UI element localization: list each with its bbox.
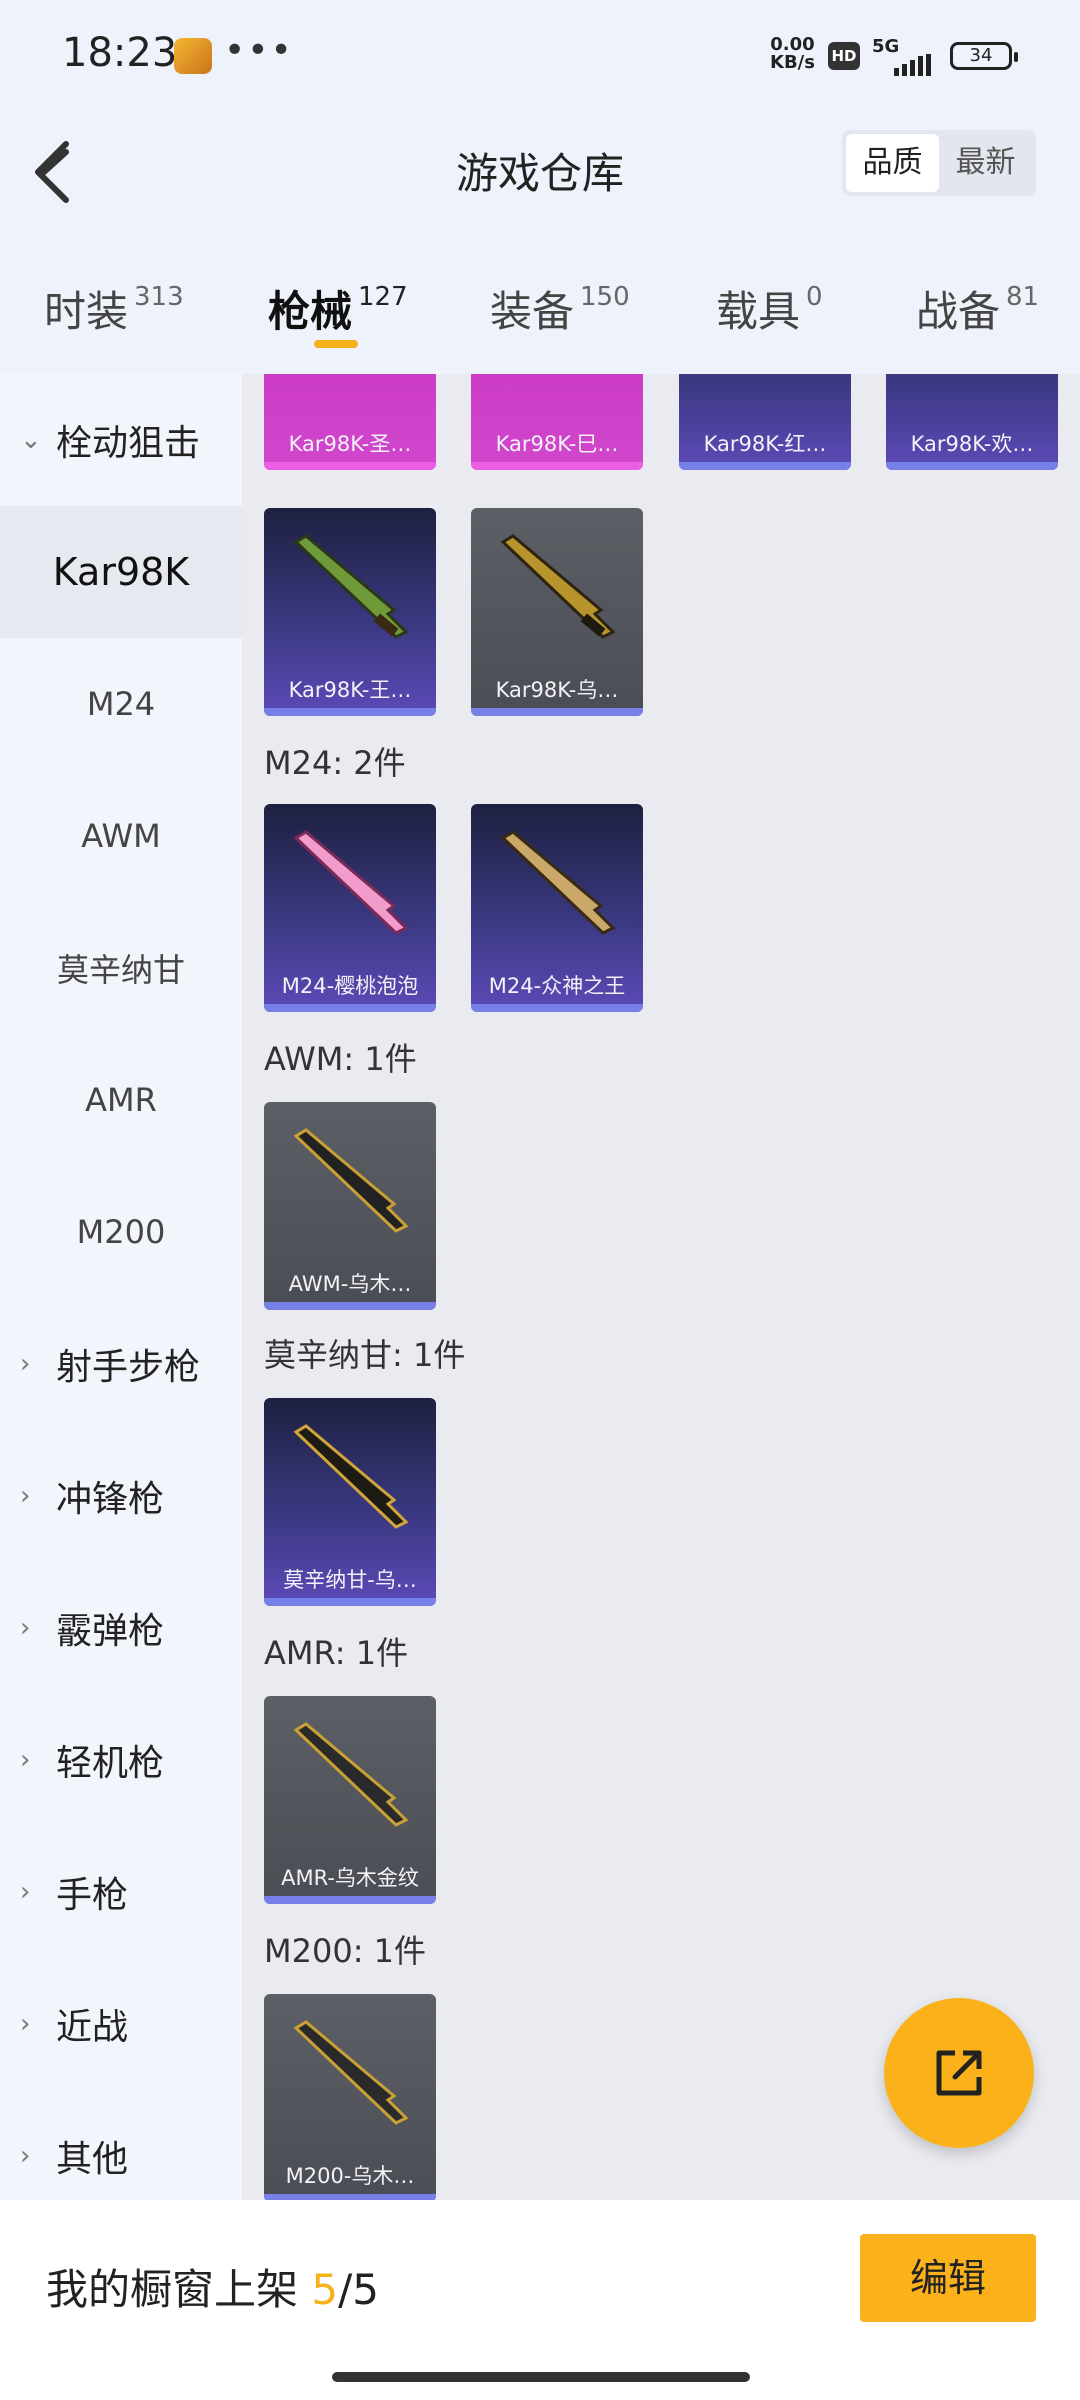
weapon-card[interactable]: AMR-乌木金纹 [264,1696,436,1904]
weapon-card[interactable]: M24-樱桃泡泡 [264,804,436,1012]
rifle-icon [293,1128,409,1233]
weapon-card[interactable]: 莫辛纳甘-乌… [264,1398,436,1606]
group-title-amr: AMR: 1件 [264,1634,409,1672]
sidebar-item-melee[interactable]: › 近战 [0,1958,242,2090]
tab-guns[interactable]: 枪械 127 [268,278,408,339]
sidebar-item-awm[interactable]: AWM [0,770,242,902]
home-indicator[interactable] [332,2372,750,2382]
sidebar-item-m200[interactable]: M200 [0,1166,242,1298]
sidebar-item-other[interactable]: › 其他 [0,2090,242,2200]
tab-equipment[interactable]: 装备 150 [490,278,630,339]
chevron-right-icon: › [20,1745,31,1775]
group-title-awm: AWM: 1件 [264,1040,417,1078]
sidebar-item-shotgun[interactable]: › 霰弹枪 [0,1562,242,1694]
more-notifications-icon: ••• [224,30,294,71]
sidebar-item-amr[interactable]: AMR [0,1034,242,1166]
rifle-icon [500,534,616,639]
weapon-card[interactable]: M200-乌木… [264,1994,436,2200]
app-notification-icon [174,38,212,74]
tab-vehicles[interactable]: 载具 0 [716,278,823,339]
group-title-m200: M200: 1件 [264,1932,427,1970]
weapon-card[interactable]: Kar98K-圣… [264,374,436,470]
battery-icon: 34 [950,42,1018,70]
category-tabs: 时装 313 枪械 127 装备 150 载具 0 战备 81 [0,260,1080,374]
share-icon [936,2050,982,2096]
rifle-icon [293,1722,409,1827]
rifle-icon [293,1424,409,1529]
weapon-card[interactable]: M24-众神之王 [471,804,643,1012]
share-button[interactable] [884,1998,1034,2148]
sidebar-item-kar98k[interactable]: Kar98K [0,506,242,638]
rifle-icon [293,534,409,639]
sidebar-item-smg[interactable]: › 冲锋枪 [0,1430,242,1562]
weapon-card[interactable]: Kar98K-欢… [886,374,1058,470]
sidebar-item-m24[interactable]: M24 [0,638,242,770]
sidebar-item-mosin[interactable]: 莫辛纳甘 [0,902,242,1034]
header: 游戏仓库 品质 最新 [0,110,1080,260]
signal-icon [894,54,931,76]
chevron-right-icon: › [20,1877,31,1907]
tab-supplies[interactable]: 战备 81 [916,278,1039,339]
weapon-card[interactable]: Kar98K-王… [264,508,436,716]
status-time: 18:23 [62,30,178,76]
status-bar: 18:23 ••• 0.00 KB/s HD 5G 34 [0,0,1080,110]
chevron-right-icon: › [20,2009,31,2039]
weapon-grid: Kar98K-圣… Kar98K-巳… Kar98K-红… Kar98K-欢… … [242,374,1080,2200]
weapon-card[interactable]: Kar98K-巳… [471,374,643,470]
sidebar-item-bolt-action[interactable]: ⌄ 栓动狙击 [0,374,242,506]
network-speed: 0.00 KB/s [770,34,815,73]
bottom-bar: 我的橱窗上架 5/5 编辑 [0,2200,1080,2400]
rifle-icon [500,830,616,935]
hd-icon: HD [828,42,860,70]
weapon-card[interactable]: Kar98K-红… [679,374,851,470]
sort-latest-button[interactable]: 最新 [939,134,1032,192]
tab-fashion[interactable]: 时装 313 [44,278,184,339]
chevron-right-icon: › [20,1349,31,1379]
rifle-icon [293,2020,409,2125]
chevron-right-icon: › [20,2141,31,2171]
active-tab-indicator [314,340,358,348]
sidebar-item-marksman[interactable]: › 射手步枪 [0,1298,242,1430]
sort-toggle: 品质 最新 [842,130,1036,196]
chevron-right-icon: › [20,1481,31,1511]
chevron-right-icon: › [20,1613,31,1643]
sidebar-item-pistol[interactable]: › 手枪 [0,1826,242,1958]
rifle-icon [293,830,409,935]
group-title-m24: M24: 2件 [264,744,406,782]
showcase-status: 我的橱窗上架 5/5 [46,2265,379,2314]
chevron-down-icon: ⌄ [20,425,42,455]
weapon-type-sidebar: ⌄ 栓动狙击 Kar98K M24 AWM 莫辛纳甘 AMR M200 › 射手… [0,374,242,2200]
weapon-card[interactable]: Kar98K-乌… [471,508,643,716]
edit-button[interactable]: 编辑 [860,2234,1036,2322]
sidebar-item-lmg[interactable]: › 轻机枪 [0,1694,242,1826]
weapon-card[interactable]: AWM-乌木… [264,1102,436,1310]
group-title-mosin: 莫辛纳甘: 1件 [264,1336,466,1374]
sort-quality-button[interactable]: 品质 [846,134,939,192]
